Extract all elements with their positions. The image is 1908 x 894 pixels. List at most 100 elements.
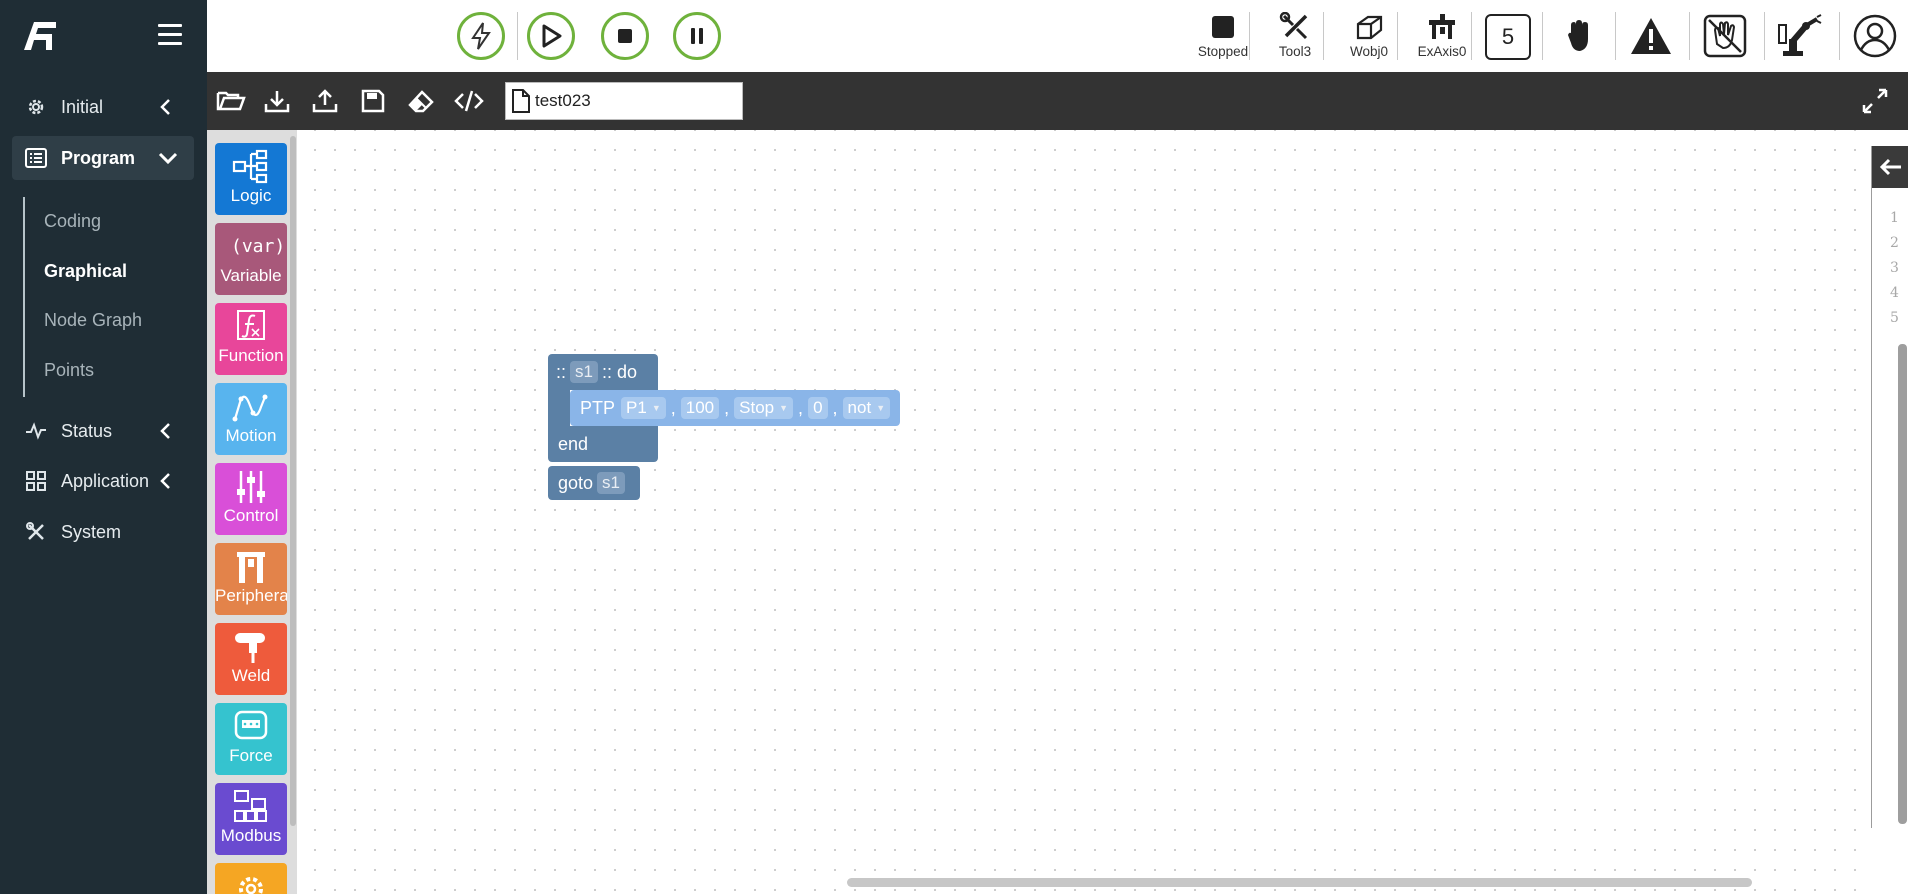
status-wobj[interactable]: Wobj0 — [1334, 10, 1404, 66]
category-settings[interactable] — [215, 863, 287, 894]
brand-logo-icon[interactable] — [22, 20, 58, 52]
weld-torch-icon — [235, 633, 265, 663]
sidebar-item-system[interactable]: System — [12, 510, 194, 554]
program-list-icon — [24, 146, 48, 170]
file-name-input[interactable] — [535, 91, 735, 111]
line-number: 4 — [1890, 285, 1899, 301]
hamburger-icon[interactable] — [158, 24, 182, 46]
ptp-mode-value: Stop — [739, 398, 775, 417]
ptp-speed-field[interactable]: 100 — [680, 397, 720, 419]
play-icon[interactable] — [527, 12, 575, 60]
sidebar-item-label: System — [61, 521, 122, 542]
ptp-flag-dropdown[interactable]: not ▼ — [842, 397, 891, 419]
power-bolt-icon[interactable] — [457, 12, 505, 60]
end-block[interactable]: end — [548, 426, 658, 462]
block-category-palette: Logic (var) Variable Function Motion Con… — [207, 130, 297, 894]
workspace-horizontal-scrollbar[interactable] — [847, 878, 1752, 887]
status-tool[interactable]: Tool3 — [1260, 10, 1330, 66]
dropdown-arrow-icon: ▼ — [876, 403, 886, 413]
speed-value-box[interactable]: 5 — [1485, 14, 1531, 60]
export-icon[interactable] — [309, 85, 341, 117]
status-exaxis[interactable]: ExAxis0 — [1407, 10, 1477, 66]
divider — [1323, 12, 1324, 60]
divider — [1764, 12, 1765, 60]
divider — [1615, 12, 1616, 60]
sidebar-subitem-coding[interactable]: Coding — [44, 211, 101, 232]
status-label: Tool3 — [1278, 44, 1312, 59]
file-name-field[interactable] — [505, 82, 743, 120]
category-modbus[interactable]: Modbus — [215, 783, 287, 855]
line-number: 2 — [1890, 235, 1899, 251]
sidebar-subitem-points[interactable]: Points — [44, 360, 94, 381]
stop-icon[interactable] — [601, 12, 649, 60]
import-icon[interactable] — [261, 85, 293, 117]
divider — [1397, 12, 1398, 60]
sidebar-item-application[interactable]: Application — [12, 459, 194, 503]
palette-scrollbar[interactable] — [290, 136, 296, 826]
ptp-point-dropdown[interactable]: P1 ▼ — [621, 397, 666, 419]
status-label: Wobj0 — [1349, 44, 1389, 59]
ptp-motion-block[interactable]: PTP P1 ▼ , 100 , Stop ▼ , 0 , not ▼ — [570, 390, 901, 426]
goto-keyword: goto — [558, 472, 594, 493]
category-motion[interactable]: Motion — [215, 383, 287, 455]
goto-block[interactable]: goto s1 — [548, 466, 640, 500]
status-stopped[interactable]: Stopped — [1188, 10, 1258, 66]
ptp-mode-dropdown[interactable]: Stop ▼ — [734, 397, 794, 419]
dropdown-arrow-icon: ▼ — [651, 403, 661, 413]
category-control[interactable]: Control — [215, 463, 287, 535]
pause-icon[interactable] — [673, 12, 721, 60]
editor-toolbar — [207, 72, 1908, 130]
goto-target-field[interactable]: s1 — [597, 472, 626, 494]
end-label: end — [558, 433, 589, 454]
open-folder-icon[interactable] — [215, 85, 247, 117]
divider — [1249, 12, 1250, 60]
code-icon[interactable] — [453, 85, 485, 117]
separator: , — [832, 397, 838, 418]
label-prefix: :: — [556, 361, 567, 382]
chevron-left-icon — [160, 99, 170, 115]
save-icon[interactable] — [357, 85, 389, 117]
category-peripheral[interactable]: Peripheral — [215, 543, 287, 615]
separator: , — [724, 397, 730, 418]
divider — [1839, 12, 1840, 60]
sidebar-item-label: Program — [61, 147, 136, 168]
separator: , — [670, 397, 676, 418]
code-panel-scrollbar[interactable] — [1898, 344, 1907, 824]
ptp-flag-value: not — [847, 398, 872, 417]
arrow-left-icon[interactable] — [1872, 146, 1908, 188]
category-label: Motion — [225, 426, 277, 445]
sidebar-subitem-node-graph[interactable]: Node Graph — [44, 310, 142, 331]
sidebar-item-status[interactable]: Status — [12, 409, 194, 453]
code-preview-panel: 1 2 3 4 5 — [1871, 146, 1908, 828]
category-force[interactable]: Force — [215, 703, 287, 775]
category-label: Weld — [231, 666, 271, 685]
ptp-keyword: PTP — [580, 397, 616, 418]
submenu-indicator-line — [23, 197, 25, 397]
category-label: Control — [223, 506, 279, 525]
label-do-block[interactable]: :: s1 :: do — [548, 354, 658, 390]
robot-arm-icon[interactable] — [1776, 12, 1824, 60]
ptp-value-field[interactable]: 0 — [808, 397, 828, 419]
user-icon[interactable] — [1851, 12, 1899, 60]
sidebar-subitem-graphical[interactable]: Graphical — [44, 261, 127, 282]
hand-icon[interactable] — [1555, 12, 1603, 60]
label-name-field[interactable]: s1 — [570, 361, 598, 383]
expand-icon[interactable] — [1860, 86, 1890, 116]
warning-icon[interactable] — [1627, 12, 1675, 60]
category-function[interactable]: Function — [215, 303, 287, 375]
chevron-left-icon — [160, 423, 170, 439]
divider — [1689, 12, 1690, 60]
category-label: Modbus — [220, 826, 282, 845]
dropdown-arrow-icon: ▼ — [779, 403, 789, 413]
sidebar-item-program[interactable]: Program — [12, 136, 194, 180]
separator: , — [798, 397, 804, 418]
category-variable[interactable]: (var) Variable — [215, 223, 287, 295]
category-logic[interactable]: Logic — [215, 143, 287, 215]
block-workspace[interactable]: :: s1 :: do PTP P1 ▼ , 100 , Stop ▼ , 0 , … — [297, 130, 1871, 894]
category-weld[interactable]: Weld — [215, 623, 287, 695]
hand-guard-icon[interactable] — [1701, 12, 1749, 60]
sidebar-item-initial[interactable]: Initial — [12, 85, 194, 129]
sidebar-item-label: Initial — [61, 96, 104, 117]
eraser-icon[interactable] — [405, 85, 437, 117]
sidebar: Initial Program Coding Graphical Node Gr… — [0, 0, 207, 894]
